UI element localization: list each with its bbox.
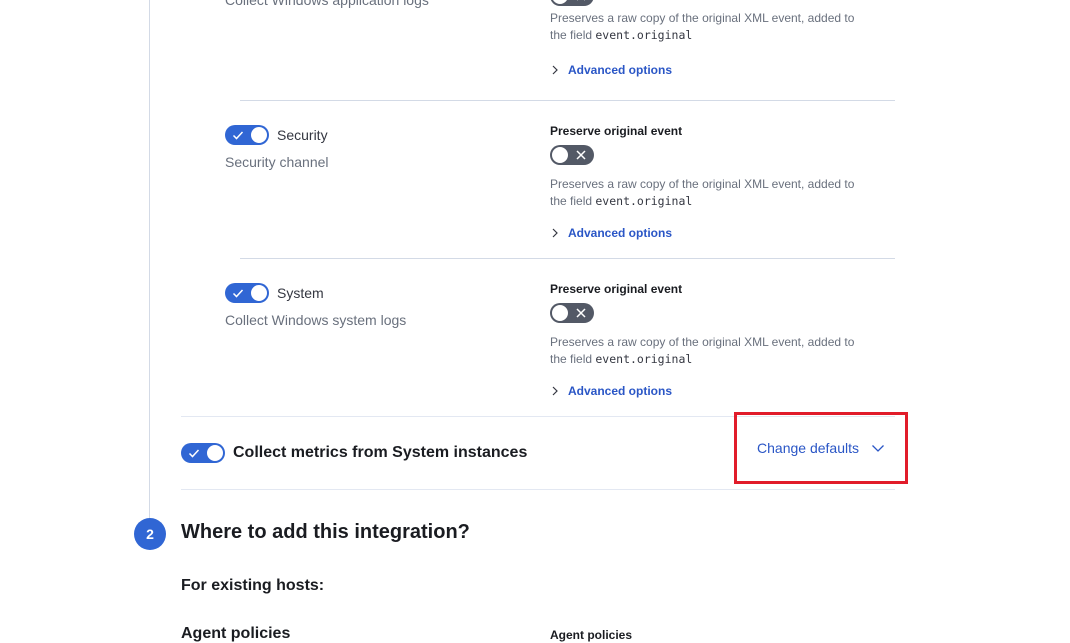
stream-title: Security (277, 127, 328, 143)
help-field-code: event.original (595, 28, 693, 42)
metrics-bottom-divider (181, 489, 895, 490)
preserve-help-text: Preserves a raw copy of the original XML… (550, 176, 880, 210)
advanced-options-link[interactable]: Advanced options (568, 384, 672, 398)
check-icon (188, 449, 200, 458)
agent-policies-title: Agent policies (181, 625, 291, 642)
cross-icon (576, 150, 586, 160)
metrics-title: Collect metrics from System instances (233, 444, 528, 461)
preserve-original-toggle[interactable] (550, 145, 594, 165)
steps-rail (149, 0, 150, 520)
cross-icon (576, 308, 586, 318)
agent-policies-field-label: Agent policies (550, 628, 633, 642)
check-icon (232, 131, 244, 140)
stream-title-row: Security (225, 124, 329, 146)
check-icon (232, 289, 244, 298)
stream-description: Security channel (225, 154, 329, 170)
chevron-right-icon (552, 386, 558, 396)
stream-security-left: Security Security channel (225, 124, 329, 170)
toggle-knob (551, 0, 569, 5)
stream-title: System (277, 285, 324, 301)
chevron-right-icon (552, 65, 558, 75)
chevron-down-icon (872, 445, 884, 452)
help-line-2-prefix: the field (550, 28, 596, 42)
help-line-1: Preserves a raw copy of the original XML… (550, 177, 855, 191)
stream-security-settings: Preserve original event Preserves a raw … (550, 124, 895, 240)
help-field-code: event.original (595, 194, 693, 208)
toggle-knob (250, 284, 268, 302)
step-number-badge: 2 (134, 518, 166, 550)
help-line-1: Preserves a raw copy of the original XML… (550, 335, 855, 349)
preserve-original-toggle[interactable] (550, 0, 594, 6)
existing-hosts-heading: For existing hosts: (181, 577, 325, 594)
help-line-1: Preserves a raw copy of the original XML… (550, 11, 855, 25)
stream-divider (240, 258, 895, 259)
change-defaults-label[interactable]: Change defaults (757, 440, 859, 456)
change-defaults-button[interactable]: Change defaults (734, 412, 908, 484)
stream-description: Collect Windows system logs (225, 312, 407, 328)
preserve-help-text: Preserves a raw copy of the original XML… (550, 334, 880, 368)
chevron-right-icon (552, 228, 558, 238)
stream-divider (240, 100, 895, 101)
preserve-help-text: Preserves a raw copy of the original XML… (550, 10, 880, 44)
step-title: Where to add this integration? (181, 521, 470, 543)
cross-icon (577, 0, 585, 1)
stream-title-row: System (225, 282, 406, 304)
toggle-knob (551, 304, 569, 322)
toggle-knob (250, 126, 268, 144)
stream-description: Collect Windows application logs (225, 0, 429, 8)
toggle-knob (551, 146, 569, 164)
advanced-options-toggle[interactable]: Advanced options (550, 226, 895, 240)
stream-security-toggle[interactable] (225, 125, 269, 145)
preserve-original-label: Preserve original event (550, 282, 683, 296)
advanced-options-link[interactable]: Advanced options (568, 226, 672, 240)
advanced-options-toggle[interactable]: Advanced options (550, 63, 672, 77)
preserve-original-toggle[interactable] (550, 303, 594, 323)
stream-system-settings: Preserve original event Preserves a raw … (550, 282, 895, 398)
advanced-options-toggle[interactable]: Advanced options (550, 384, 895, 398)
stream-system-toggle[interactable] (225, 283, 269, 303)
help-line-2-prefix: the field (550, 194, 596, 208)
stream-system-left: System Collect Windows system logs (225, 282, 406, 328)
help-line-2-prefix: the field (550, 352, 596, 366)
help-field-code: event.original (595, 352, 693, 366)
preserve-original-label: Preserve original event (550, 124, 683, 138)
metrics-toggle[interactable] (181, 443, 225, 463)
stream-application-left: Collect Windows application logs (225, 0, 429, 8)
toggle-knob (206, 444, 224, 462)
advanced-options-link[interactable]: Advanced options (568, 63, 672, 77)
